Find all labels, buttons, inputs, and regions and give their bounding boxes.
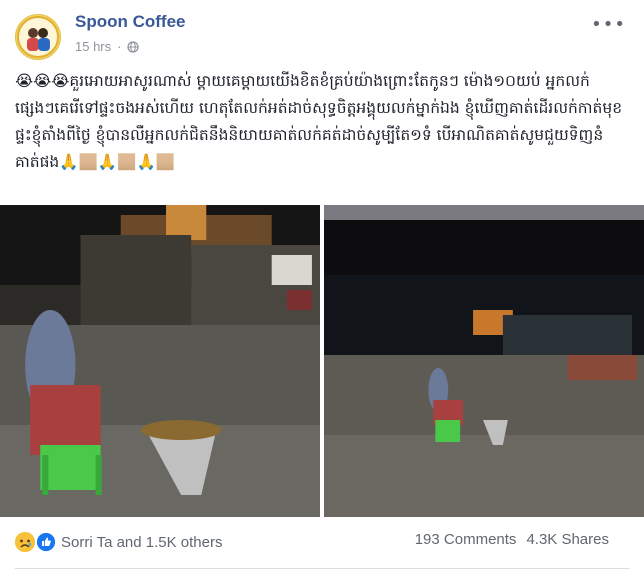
sad-reaction-icon	[15, 532, 35, 552]
post-stats: 193 Comments 4.3K Shares	[415, 531, 609, 548]
facebook-post: Spoon Coffee 15 hrs · ••• 😭😭😭គួរអោយអាសូរ…	[0, 0, 644, 582]
more-icon[interactable]: •••	[591, 14, 626, 35]
reactions-text: Sorri Ta and 1.5K others	[61, 533, 223, 551]
reactions-summary[interactable]: Sorri Ta and 1.5K others	[15, 531, 222, 553]
post-timestamp[interactable]: 15 hrs	[75, 39, 111, 54]
post-text: 😭😭😭គួរអោយអាសូរណាស់ ម្ដាយគេម្ដាយយើងខិតខំគ…	[15, 72, 623, 171]
shares-count-link[interactable]: 4.3K Shares	[526, 531, 609, 548]
photo-1[interactable]	[0, 205, 320, 517]
photo-2[interactable]	[324, 205, 644, 517]
page-avatar[interactable]	[15, 14, 61, 60]
post-meta: 15 hrs ·	[75, 39, 140, 54]
footer-divider	[15, 568, 629, 569]
post-footer: Sorri Ta and 1.5K others 193 Comments 4.…	[0, 518, 644, 564]
page-name-link[interactable]: Spoon Coffee	[75, 12, 186, 32]
comments-count-link[interactable]: 193 Comments	[415, 531, 517, 548]
dot-separator: ·	[117, 39, 122, 54]
globe-icon[interactable]	[127, 40, 140, 53]
photo-grid	[0, 205, 644, 517]
like-reaction-icon	[35, 531, 57, 553]
